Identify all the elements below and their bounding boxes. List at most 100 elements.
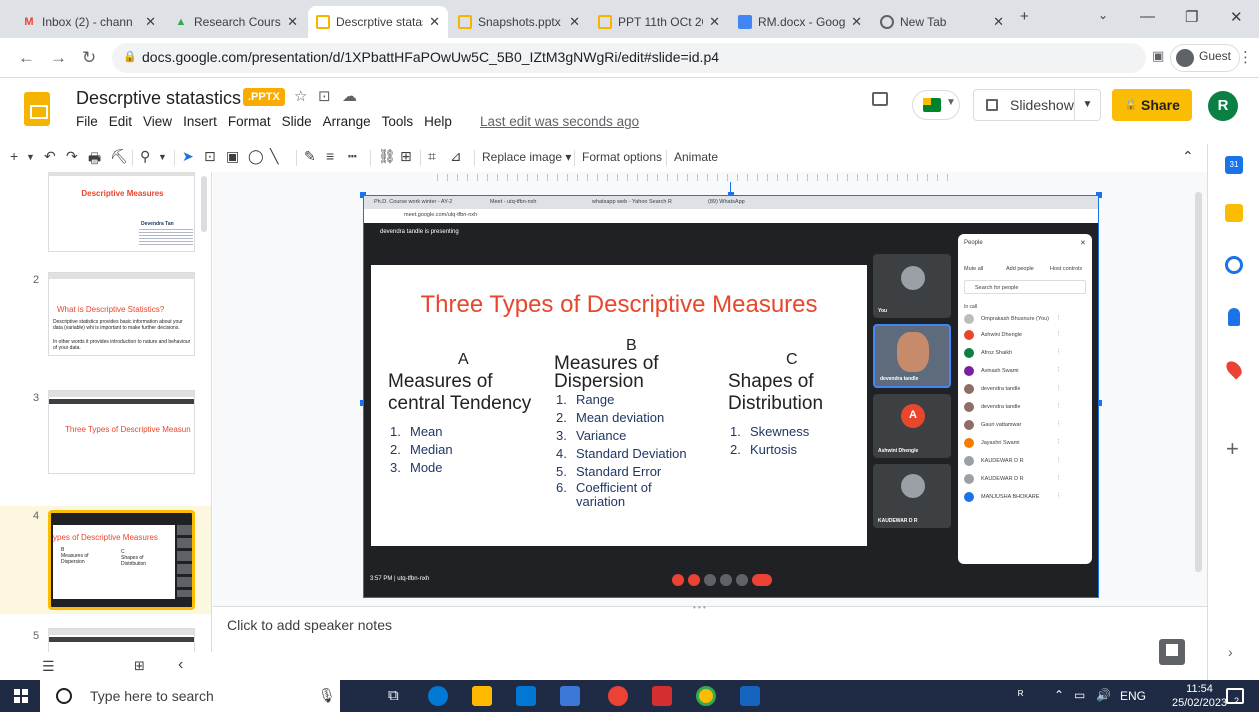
notes-resize-handle[interactable]: • • • [693, 603, 706, 612]
file-explorer-icon[interactable] [472, 686, 492, 706]
tab-ppt-11th-oct[interactable]: PPT 11th OCt 20 ✕ [590, 6, 728, 38]
close-icon[interactable]: ✕ [429, 14, 440, 30]
alt-text-icon[interactable]: ⊞ [400, 148, 412, 165]
meet-button[interactable]: ▼ [912, 90, 960, 120]
mask-image-icon[interactable]: ⊿ [450, 148, 462, 165]
filmstrip-view-icon[interactable]: ☰ [42, 658, 55, 675]
back-icon[interactable]: ← [18, 48, 35, 68]
slide-thumbnail-1[interactable]: Descriptive Measures Devendra Tan [48, 172, 195, 252]
menu-slide[interactable]: Slide [282, 114, 312, 129]
notifications-icon[interactable]: 2 [1226, 688, 1244, 706]
show-side-panel-icon[interactable]: › [1228, 644, 1233, 660]
tab-research-course[interactable]: ▲ Research Course ✕ [166, 6, 306, 38]
paint-format-icon[interactable]: ⛏ [110, 148, 128, 165]
close-icon[interactable]: ✕ [993, 14, 1004, 30]
star-icon[interactable]: ☆ [294, 87, 307, 105]
minimize-icon[interactable]: — [1140, 8, 1155, 25]
people-search-input[interactable]: Search for people [964, 280, 1086, 294]
profile-button[interactable]: Guest [1170, 44, 1241, 72]
maps-icon[interactable] [1223, 358, 1245, 380]
menu-file[interactable]: File [76, 114, 98, 129]
microphone-icon[interactable]: 🎙 [318, 687, 336, 704]
zoom-dropdown-icon[interactable]: ▼ [158, 152, 167, 162]
share-button[interactable]: 🔒 Share [1112, 89, 1192, 121]
user-avatar[interactable]: R [1208, 91, 1238, 121]
border-dash-icon[interactable]: ┅ [348, 148, 356, 165]
volume-icon[interactable]: 🔊 [1096, 688, 1111, 702]
speaker-notes[interactable]: • • • Click to add speaker notes [213, 603, 1207, 680]
line-icon[interactable]: ╲ [270, 148, 278, 165]
new-slide-plus-icon[interactable]: + [10, 148, 18, 164]
slide-thumbnail-2[interactable]: What is Descriptive Statistics? Descript… [48, 272, 195, 356]
contacts-icon[interactable] [1228, 308, 1240, 326]
slide-thumbnail-4[interactable]: ypes of Descriptive Measures B Measures o… [48, 510, 195, 610]
menu-arrange[interactable]: Arrange [323, 114, 371, 129]
close-icon[interactable]: ✕ [851, 14, 862, 30]
collapse-filmstrip-icon[interactable]: ‹ [178, 656, 183, 674]
edge-icon[interactable] [428, 686, 448, 706]
new-tab-plus-icon[interactable]: + [1020, 8, 1029, 25]
new-slide-dropdown-icon[interactable]: ▼ [26, 152, 35, 162]
chrome-icon[interactable] [608, 686, 628, 706]
wps-office-icon[interactable] [652, 686, 672, 706]
print-icon[interactable]: 🖶 [88, 148, 101, 172]
photos-icon[interactable] [740, 686, 760, 706]
keep-icon[interactable] [1225, 204, 1243, 222]
calendar-icon[interactable]: 31 [1225, 156, 1243, 174]
restore-icon[interactable]: ❐ [1185, 8, 1198, 26]
current-slide[interactable]: Ph.D. Course work winter - AY-2 Meet - u… [363, 195, 1099, 598]
last-edit-link[interactable]: Last edit was seconds ago [480, 114, 639, 129]
border-color-icon[interactable]: ✎ [304, 148, 316, 165]
chrome-icon[interactable] [696, 686, 716, 706]
tab-snapshots[interactable]: Snapshots.pptx - ✕ [450, 6, 588, 38]
filmstrip-scrollbar[interactable] [201, 176, 207, 232]
tasks-icon[interactable] [1225, 256, 1243, 274]
document-title[interactable]: Descrptive statastics [76, 88, 241, 109]
window-close-icon[interactable]: ✕ [1230, 8, 1243, 26]
windows-start-icon[interactable] [14, 689, 28, 703]
menu-format[interactable]: Format [228, 114, 271, 129]
move-folder-icon[interactable]: ⊡ [318, 87, 331, 105]
menu-help[interactable]: Help [424, 114, 452, 129]
mail-icon[interactable] [516, 686, 536, 706]
redo-icon[interactable]: ↷ [66, 148, 78, 165]
image-icon[interactable]: ▣ [226, 148, 239, 165]
reload-icon[interactable]: ↻ [82, 48, 96, 68]
rotate-handle[interactable] [730, 182, 731, 194]
explore-button[interactable] [1159, 639, 1185, 665]
slide-thumbnail-3[interactable]: Three Types of Descriptive Measun [48, 390, 195, 474]
format-options-button[interactable]: Format options [582, 150, 662, 164]
forward-icon[interactable]: → [50, 48, 67, 68]
slideshow-button[interactable]: Slideshow ▼ [973, 89, 1101, 121]
language-indicator[interactable]: ENG [1120, 689, 1146, 703]
undo-icon[interactable]: ↶ [44, 148, 56, 165]
network-icon[interactable]: ▭ [1074, 688, 1085, 702]
close-icon[interactable]: ✕ [145, 14, 156, 30]
comments-icon[interactable] [872, 92, 888, 106]
slide-thumbnail-5[interactable] [48, 628, 195, 652]
tab-gmail[interactable]: M Inbox (2) - chann ✕ [14, 6, 164, 38]
menu-edit[interactable]: Edit [109, 114, 132, 129]
link-icon[interactable]: ⛓ [378, 148, 396, 165]
collapse-toolbar-icon[interactable]: ⌃ [1182, 148, 1194, 165]
taskbar-clock[interactable]: 11:54 25/02/2023 [1172, 682, 1227, 710]
menu-view[interactable]: View [143, 114, 172, 129]
animate-button[interactable]: Animate [674, 150, 718, 164]
canvas-scrollbar[interactable] [1195, 192, 1202, 572]
close-icon[interactable]: ✕ [1080, 239, 1086, 247]
close-icon[interactable]: ✕ [287, 14, 298, 30]
cloud-status-icon[interactable]: ☁ [342, 87, 357, 105]
meet-screenshot-image[interactable]: Ph.D. Course work winter - AY-2 Meet - u… [364, 196, 1098, 597]
tab-descriptive-statistics[interactable]: Descrptive statas ✕ [308, 6, 448, 38]
replace-image-button[interactable]: Replace image ▾ [482, 150, 571, 164]
border-weight-icon[interactable]: ≡ [326, 148, 334, 164]
select-cursor-icon[interactable]: ➤ [182, 148, 194, 165]
shape-icon[interactable]: ◯ [248, 148, 264, 165]
slides-logo-icon[interactable] [24, 92, 50, 126]
slideshow-dropdown-icon[interactable]: ▼ [1074, 90, 1100, 120]
people-icon[interactable]: ᴿ [1018, 688, 1023, 702]
taskbar-search-box[interactable]: Type here to search [40, 680, 340, 712]
grid-view-icon[interactable]: ⊞ [134, 658, 145, 674]
chevron-up-icon[interactable]: ⌃ [1054, 688, 1064, 702]
add-on-plus-icon[interactable]: + [1226, 436, 1239, 462]
